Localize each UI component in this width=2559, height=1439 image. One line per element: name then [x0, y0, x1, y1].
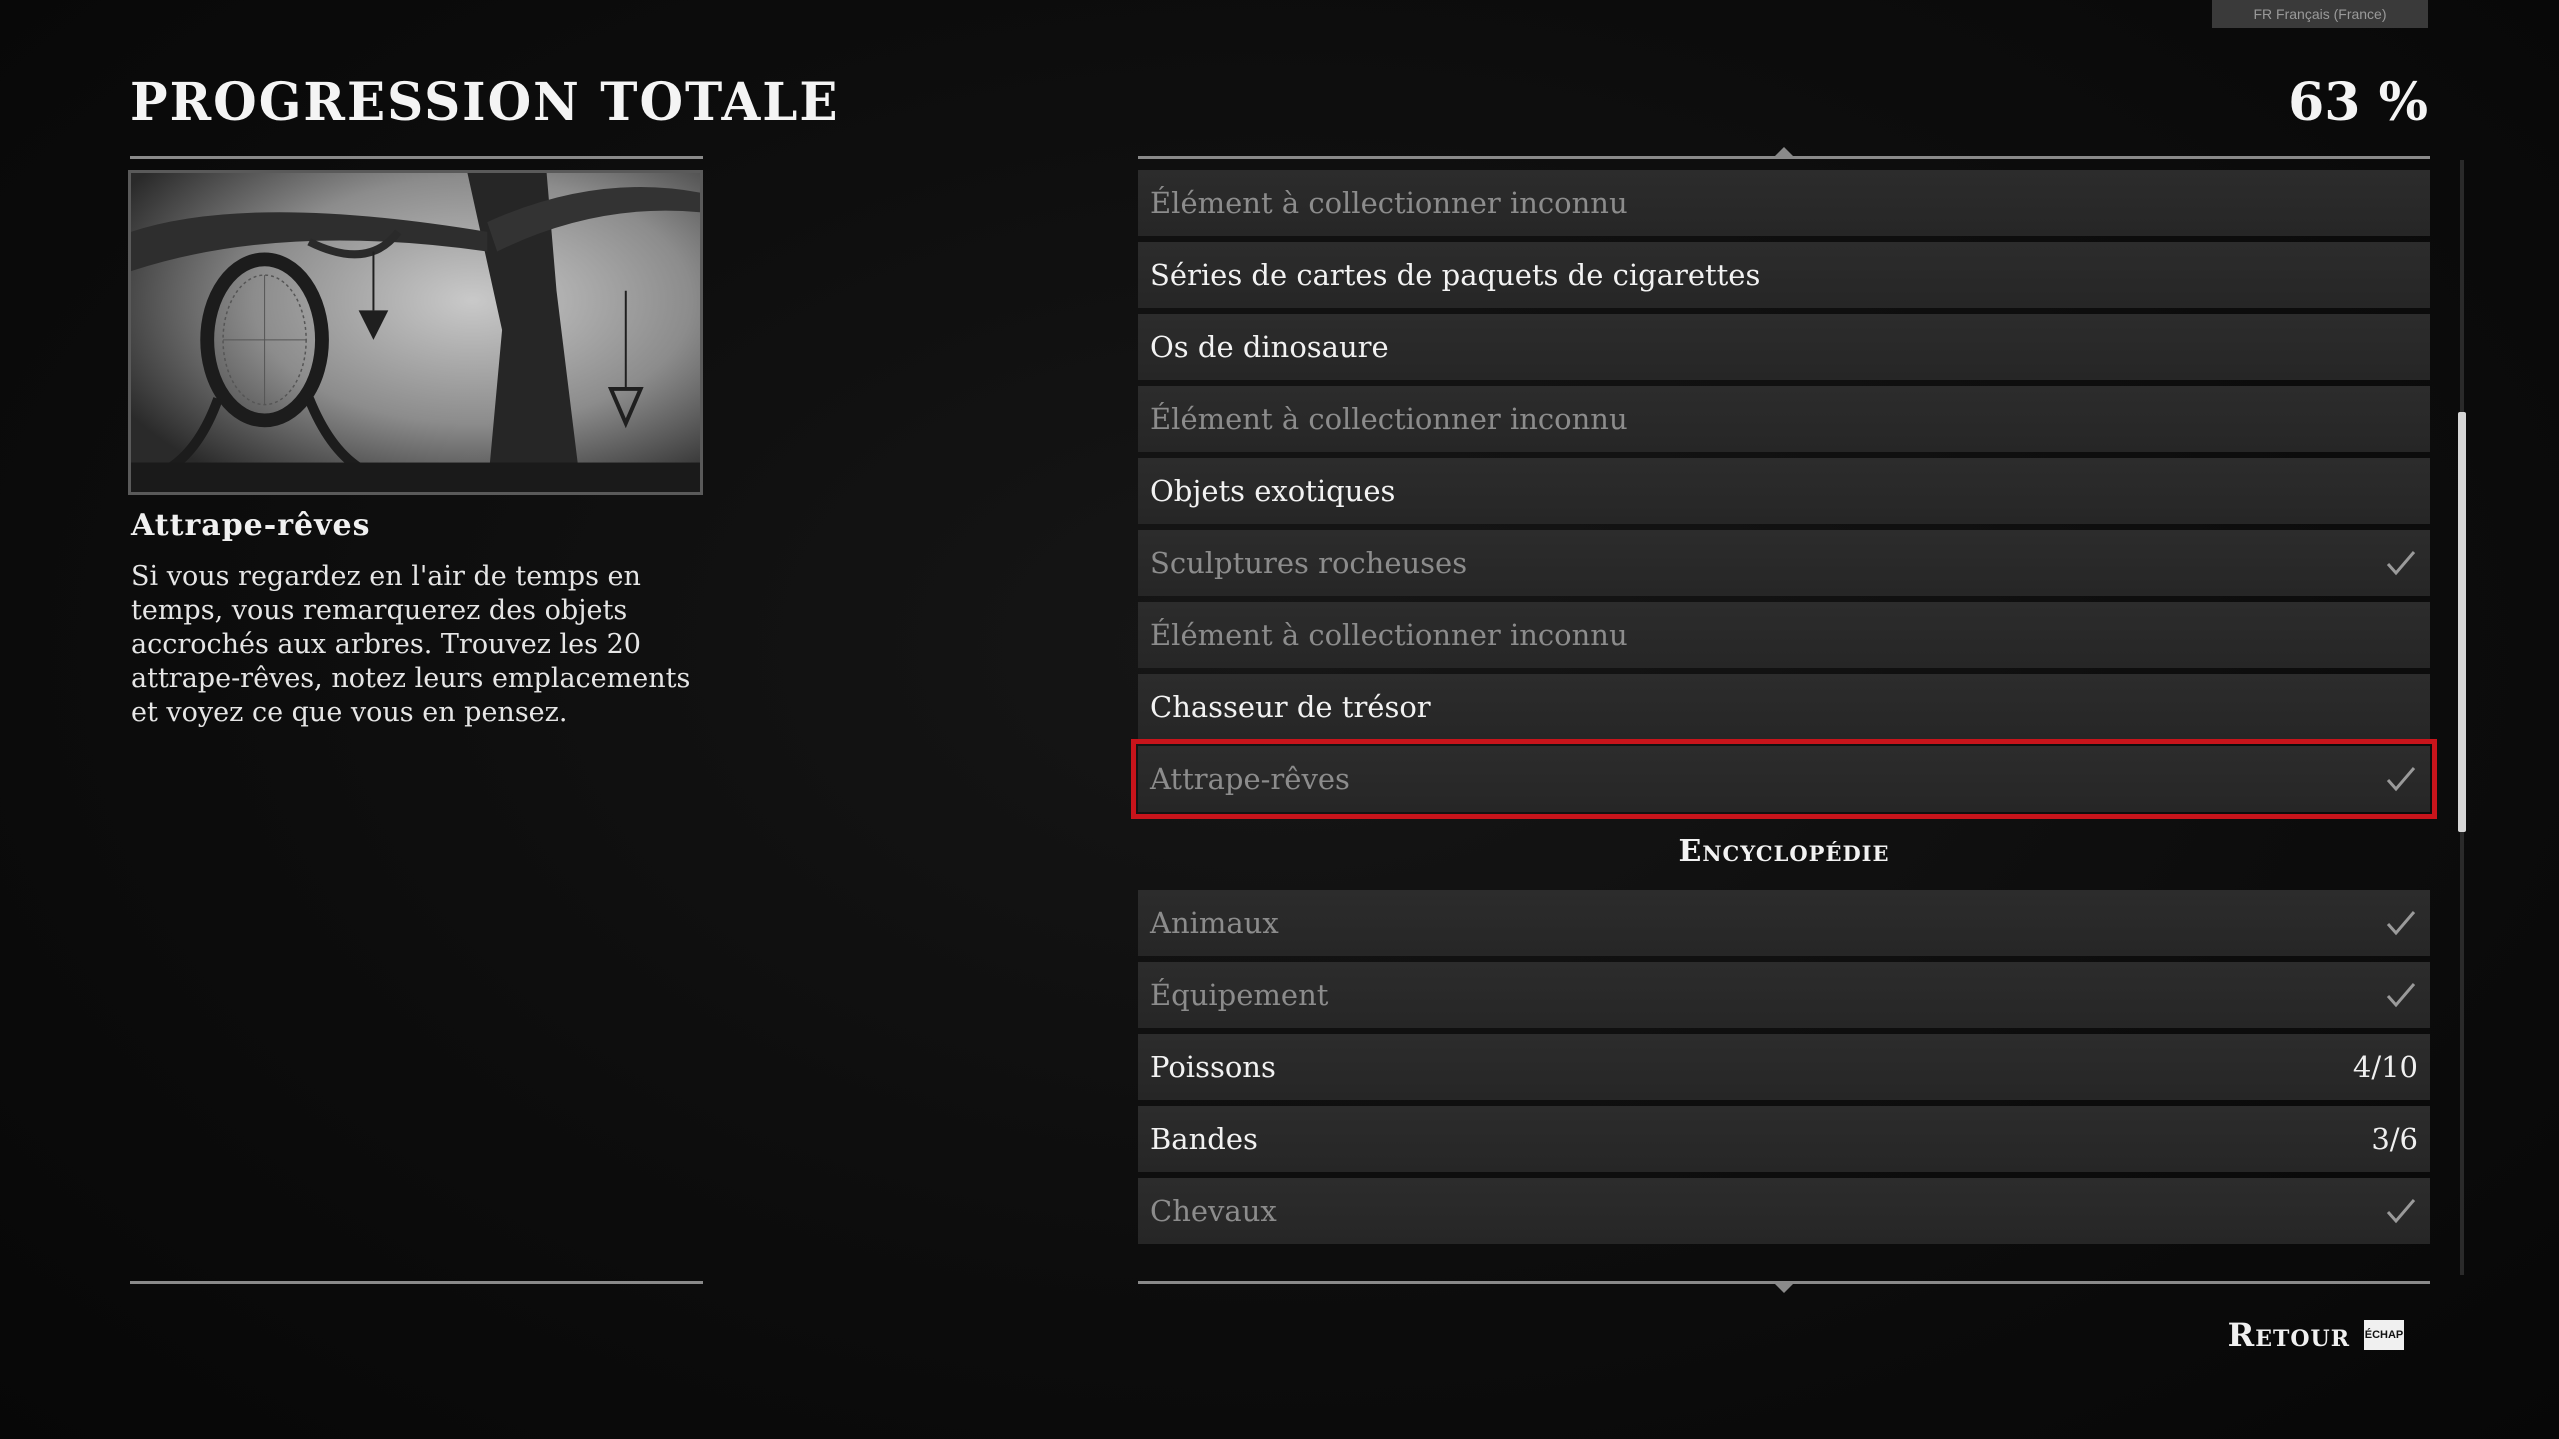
checkmark-icon — [2386, 1199, 2416, 1224]
back-button[interactable]: Retour ÉCHAP — [2228, 1316, 2404, 1354]
completion-percent: 63 % — [2288, 72, 2428, 133]
divider — [1138, 156, 2430, 159]
list-item[interactable]: Sculptures rocheuses — [1138, 530, 2430, 596]
list-item-label: Élément à collectionner inconnu — [1150, 402, 1628, 436]
list-item-count: 3/6 — [2371, 1122, 2418, 1156]
scrollbar-thumb[interactable] — [2458, 412, 2466, 832]
checkmark-icon — [2386, 551, 2416, 576]
scroll-down-indicator — [1775, 1284, 1793, 1293]
list-item[interactable]: Élément à collectionner inconnu — [1138, 170, 2430, 236]
list-item[interactable]: Objets exotiques — [1138, 458, 2430, 524]
list-item-label: Sculptures rocheuses — [1150, 546, 1468, 580]
scroll-up-indicator — [1775, 147, 1793, 156]
list-item[interactable]: Animaux — [1138, 890, 2430, 956]
item-title: Attrape-rêves — [131, 508, 371, 543]
list-item[interactable]: Élément à collectionner inconnu — [1138, 602, 2430, 668]
list-item-label: Élément à collectionner inconnu — [1150, 618, 1628, 652]
list-item-label: Équipement — [1150, 978, 1329, 1012]
list-item-label: Poissons — [1150, 1050, 1276, 1084]
list-item[interactable]: Équipement — [1138, 962, 2430, 1028]
section-heading-label: Encyclopédie — [1678, 833, 1890, 869]
list-item-label: Séries de cartes de paquets de cigarette… — [1150, 258, 1761, 292]
checkmark-icon — [2386, 767, 2416, 792]
item-description: Si vous regardez en l'air de temps en te… — [131, 561, 691, 728]
list-item[interactable]: Séries de cartes de paquets de cigarette… — [1138, 242, 2430, 308]
escape-key-icon: ÉCHAP — [2364, 1320, 2404, 1350]
item-photo — [128, 170, 703, 495]
progress-list: Élément à collectionner inconnu Séries d… — [1131, 170, 2437, 1252]
list-item[interactable]: Bandes 3/6 — [1138, 1106, 2430, 1172]
list-item-label: Attrape-rêves — [1150, 762, 1350, 796]
list-item[interactable]: Poissons 4/10 — [1138, 1034, 2430, 1100]
list-item[interactable]: Chasseur de trésor — [1138, 674, 2430, 740]
back-label: Retour — [2227, 1316, 2350, 1354]
divider — [130, 156, 703, 159]
divider — [130, 1281, 703, 1284]
language-badge: FR Français (France) — [2212, 0, 2428, 28]
list-item-label: Élément à collectionner inconnu — [1150, 186, 1628, 220]
checkmark-icon — [2386, 911, 2416, 936]
list-item-label: Os de dinosaure — [1150, 330, 1389, 364]
list-item-label: Bandes — [1150, 1122, 1258, 1156]
list-item-count: 4/10 — [2352, 1050, 2418, 1084]
list-item[interactable]: Os de dinosaure — [1138, 314, 2430, 380]
list-item-label: Animaux — [1150, 906, 1279, 940]
list-item-selected[interactable]: Attrape-rêves — [1131, 739, 2437, 819]
list-item-label: Chasseur de trésor — [1150, 690, 1431, 724]
section-heading: Encyclopédie — [1138, 818, 2430, 884]
list-item-label: Chevaux — [1150, 1194, 1277, 1228]
page-title: PROGRESSION TOTALE — [130, 70, 840, 133]
list-item[interactable]: Chevaux — [1138, 1178, 2430, 1244]
checkmark-icon — [2386, 983, 2416, 1008]
list-item[interactable]: Élément à collectionner inconnu — [1138, 386, 2430, 452]
list-item-label: Objets exotiques — [1150, 474, 1396, 508]
